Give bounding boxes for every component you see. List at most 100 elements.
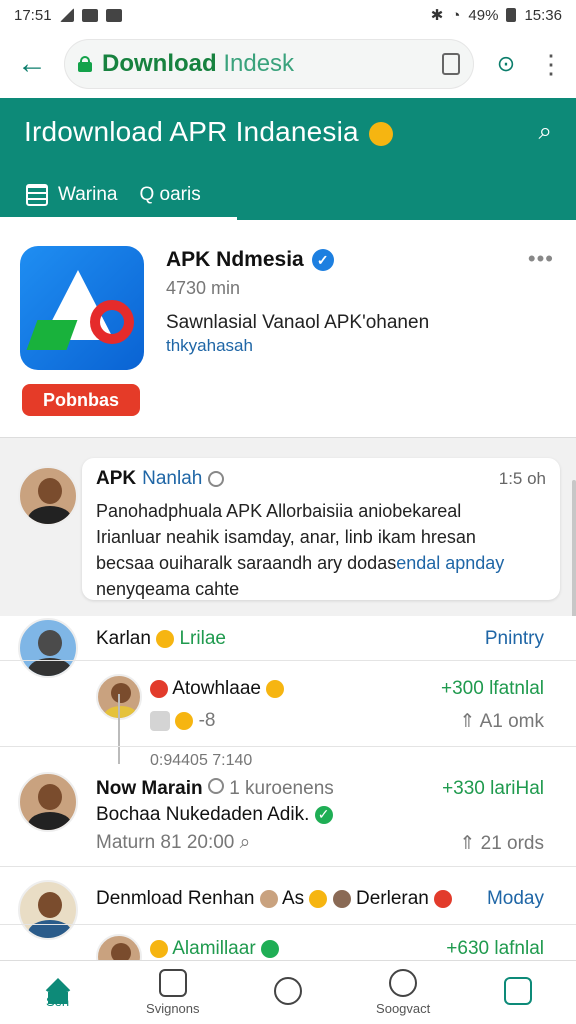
signal-icon [59, 8, 74, 22]
moday-link[interactable]: Moday [487, 888, 544, 910]
badge-icon [150, 710, 170, 731]
calendar-icon [26, 184, 48, 206]
app-description: Sawnlasial Vanaol APK'ohanen [166, 312, 430, 333]
emoji-icon [156, 629, 175, 648]
nav-timer[interactable] [233, 976, 343, 1009]
home-icon [43, 978, 72, 1004]
search-icon[interactable]: ⌕ [240, 832, 251, 853]
logo-green-shape [26, 320, 78, 350]
app-title-row: Irdownload APR Indanesia ⌕ [0, 98, 576, 148]
avatar-body [28, 920, 72, 938]
app-subdescription[interactable]: thkyahasah [166, 336, 253, 356]
app-header: Irdownload APR Indanesia ⌕ Warina Q oari… [0, 98, 576, 220]
reply-button[interactable]: Pnintry [485, 628, 544, 650]
post-author[interactable]: APK [96, 468, 136, 490]
avatar[interactable] [18, 880, 78, 940]
battery-time: 15:36 [524, 6, 562, 24]
post-text: becsaa ouiharalk saraandh ary dodas [96, 553, 397, 573]
avatar[interactable] [18, 618, 78, 678]
tab-label: Warina [58, 184, 118, 205]
emoji-icon [175, 711, 194, 730]
comment-author: Atowhlaae [172, 678, 261, 699]
music-note-icon [158, 969, 187, 997]
app-meta: 4730 min [166, 278, 241, 298]
status-time: 17:51 [14, 6, 52, 24]
avatar-body [28, 812, 72, 830]
verified-icon: ✓ [314, 805, 333, 824]
emoji-icon [309, 889, 328, 908]
nav-songs[interactable]: Svignons [118, 969, 228, 1016]
comment-row-karlan[interactable]: Karlan Lrilae [96, 628, 226, 650]
comment-count: 1 kuroenens [229, 778, 334, 799]
lock-icon [78, 56, 92, 72]
app-card[interactable]: Pobnbas APK Ndmesia ✓ 4730 min Sawnlasia… [0, 220, 576, 438]
browser-bar: ← Download Indesk ⊙ ⋮ [0, 30, 576, 98]
tab-label: Q oaris [139, 184, 201, 205]
post-line: Panohadphuala APK Allorbaisiia aniobekar… [96, 501, 462, 521]
app-badge-button[interactable]: Pobnbas [22, 384, 140, 416]
post-card[interactable]: APK Nanlah 1:5 oh Panohadphuala APK Allo… [82, 458, 560, 600]
nav-home[interactable]: Sen [3, 976, 113, 1009]
post-line: Irianluar neahik isamday, anar, linb ika… [96, 527, 476, 547]
check-icon [207, 778, 224, 794]
timeline-line [118, 694, 120, 764]
page-title: Irdownload APR Indanesia [24, 116, 393, 148]
logo-red-ring [90, 300, 134, 344]
search-icon [389, 969, 418, 997]
divider [0, 866, 576, 867]
more-options-icon[interactable]: ••• [528, 246, 554, 272]
date-text: Maturn 81 20:00 [96, 832, 235, 853]
app-name: APK Ndmesia ✓ [166, 248, 334, 272]
post-author-name[interactable]: Nanlah [142, 468, 202, 490]
overflow-menu-icon[interactable]: ⋮ [538, 49, 564, 80]
app-logo [20, 246, 144, 370]
score: +300 lfatnlal [441, 678, 544, 699]
comment-author: Now Marain [96, 778, 203, 799]
divider [0, 746, 576, 747]
clipboard-icon[interactable] [442, 53, 460, 75]
avatar-body [28, 506, 72, 524]
score: +330 lariHal [442, 778, 544, 799]
url-bar[interactable]: Download Indesk [64, 39, 474, 89]
avatar-mini-icon [332, 889, 351, 908]
rank-meta: ⇑ 21 ords [459, 832, 544, 855]
nav-label: Svignons [146, 1001, 200, 1016]
search-zoom-icon[interactable]: ⊙ [488, 46, 524, 82]
back-arrow-icon[interactable]: ← [14, 46, 50, 82]
emoji-icon [266, 679, 285, 698]
avatar[interactable] [18, 466, 78, 526]
page-title-text: Irdownload APR Indanesia [24, 116, 359, 147]
timestamp: 0:94405 7:140 [150, 752, 253, 769]
verified-icon: ✓ [311, 249, 334, 271]
tab-warina[interactable]: Warina [0, 170, 239, 220]
comment-row-atowhlaae[interactable]: Atowhlaae [150, 678, 285, 700]
rank-meta: ⇑ A1 omk [459, 710, 544, 733]
rank-text: 21 ords [480, 833, 544, 854]
post-header: APK Nanlah 1:5 oh [96, 468, 546, 490]
avatar-body [28, 658, 72, 676]
comment-author: Karlan [96, 628, 151, 649]
search-icon[interactable]: ⌕ [539, 118, 552, 146]
nav-search[interactable]: Soogvact [348, 969, 458, 1016]
battery-percent: 49% [468, 6, 499, 24]
notification-icon [81, 8, 98, 22]
avatar-head [38, 892, 62, 918]
tab-oaris[interactable]: Q oaris [139, 170, 200, 220]
avatar-head [111, 683, 131, 703]
comment-row-denmload[interactable]: Denmload Renhan As Derleran [96, 888, 453, 910]
post-time: 1:5 oh [498, 469, 546, 488]
leaf-icon [260, 939, 279, 958]
avatar[interactable] [18, 772, 78, 832]
avatar-body [104, 706, 138, 718]
battery-icon [506, 8, 517, 22]
comment-author: Alamillaar [172, 938, 256, 959]
post-link[interactable]: endal apnday [396, 553, 504, 573]
notification-icon-2 [105, 8, 122, 22]
comment-date: Maturn 81 20:00 ⌕ [96, 832, 250, 854]
nav-edit[interactable] [463, 976, 573, 1009]
avatar-head [38, 784, 62, 810]
comment-row-alamillaar[interactable]: Alamillaar [150, 938, 279, 960]
comment-sub-text: Bochaa Nukedaden Adik. [96, 804, 310, 825]
comment-row-now-marain[interactable]: Now Marain 1 kuroenens [96, 778, 334, 800]
rank-text: A1 omk [479, 711, 544, 732]
